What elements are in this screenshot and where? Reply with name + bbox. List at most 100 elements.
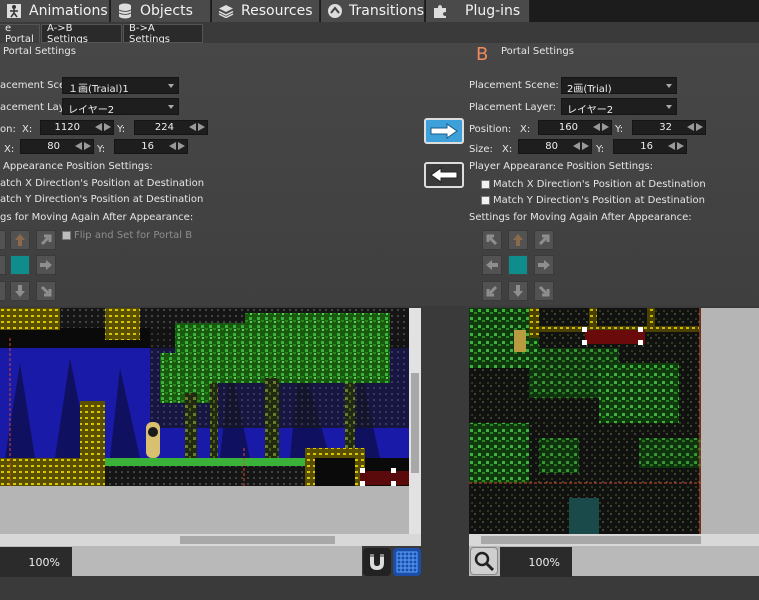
arrow-down-right-icon — [40, 285, 52, 297]
right-header: Portal Settings — [501, 46, 574, 57]
arrow-right-icon — [40, 260, 52, 270]
stepper-icon[interactable] — [687, 123, 703, 131]
right-layer-select[interactable]: レイヤー2 — [561, 98, 677, 116]
right-dir-down[interactable] — [508, 281, 528, 301]
magnet-icon — [370, 554, 384, 570]
menu-tab-transitions[interactable]: Transitions — [321, 0, 425, 22]
copy-to-left-button[interactable] — [424, 162, 464, 188]
right-appearance-label: Player Appearance Position Settings: — [469, 161, 654, 172]
checkbox-box — [62, 231, 71, 240]
left-position-y-input[interactable]: 224 — [134, 120, 208, 135]
right-layer-label: Placement Layer: — [469, 102, 556, 113]
left-scene-preview — [0, 308, 421, 534]
left-dir-up[interactable] — [10, 230, 30, 250]
left-dir-up-left[interactable] — [0, 230, 6, 250]
right-match-x-label: Match X Direction's Position at Destinat… — [493, 179, 706, 190]
right-size-y-input[interactable]: 16 — [613, 139, 687, 154]
right-dir-down-right[interactable] — [534, 281, 554, 301]
menu-tab-objects[interactable]: Objects — [111, 0, 211, 22]
left-match-y-checkbox[interactable]: atch Y Direction's Position at Destinati… — [0, 194, 203, 205]
tab-label: B->A Settings — [129, 22, 171, 45]
tab-portal[interactable]: e Portal — [0, 23, 40, 45]
right-size-x-input[interactable]: 80 — [518, 139, 592, 154]
menu-tab-label: Transitions — [349, 3, 424, 19]
arrow-up-icon — [513, 234, 523, 246]
right-match-y-checkbox[interactable]: Match Y Direction's Position at Destinat… — [481, 195, 705, 206]
right-dir-up[interactable] — [508, 230, 528, 250]
database-icon — [116, 2, 134, 20]
tab-b-to-a-settings[interactable]: B->A Settings — [123, 22, 203, 45]
stepper-icon[interactable] — [95, 123, 111, 131]
right-layer-value: レイヤー2 — [567, 105, 614, 116]
tab-label: A->B Settings — [47, 22, 89, 45]
chevron-down-icon — [168, 84, 174, 88]
checkbox-box — [481, 180, 490, 189]
left-dir-right[interactable] — [36, 255, 56, 275]
grid-button[interactable] — [393, 548, 421, 576]
arrow-up-right-icon — [538, 234, 550, 246]
left-dir-left[interactable] — [0, 255, 6, 275]
copy-to-right-button[interactable] — [424, 118, 464, 144]
right-zoom-input[interactable]: 100% — [500, 547, 572, 577]
right-scene-value: 2画(Trial) — [567, 84, 612, 95]
footer-bar — [0, 578, 759, 600]
arrow-up-icon — [15, 234, 25, 246]
chevron-down-icon — [666, 105, 672, 109]
zoom-button[interactable] — [470, 547, 498, 575]
menu-tab-animations[interactable]: Animations — [0, 0, 110, 22]
right-dir-up-right[interactable] — [534, 230, 554, 250]
stepper-icon[interactable] — [573, 142, 589, 150]
left-scene-canvas[interactable] — [0, 308, 421, 534]
right-dir-up-left[interactable] — [482, 230, 502, 250]
stepper-icon[interactable] — [189, 123, 205, 131]
right-scrollbar-horizontal[interactable] — [469, 534, 759, 546]
left-dir-down[interactable] — [10, 281, 30, 301]
right-dir-right[interactable] — [534, 255, 554, 275]
left-appearance-label: Appearance Position Settings: — [3, 161, 153, 172]
left-layer-select[interactable]: レイヤー2 — [62, 98, 179, 116]
right-scene-canvas[interactable] — [469, 308, 759, 534]
right-x-label: X: — [520, 124, 531, 135]
right-position-y-input[interactable]: 32 — [632, 120, 706, 135]
left-dir-down-right[interactable] — [36, 281, 56, 301]
left-x-label: X: — [22, 124, 33, 135]
menu-tab-label: Animations — [29, 3, 108, 19]
right-dir-down-left[interactable] — [482, 281, 502, 301]
left-size-x-input[interactable]: 80 — [20, 139, 94, 154]
left-dir-center[interactable] — [10, 255, 30, 275]
puzzle-icon — [431, 2, 449, 20]
left-zoom-input[interactable]: 100% — [0, 547, 72, 577]
left-position-x-input[interactable]: 1120 — [40, 120, 114, 135]
right-position-x-value: 160 — [558, 122, 578, 133]
left-size-y-input[interactable]: 16 — [114, 139, 188, 154]
left-size-y-value: 16 — [141, 141, 154, 152]
right-scene-select[interactable]: 2画(Trial) — [561, 77, 677, 95]
left-match-x-checkbox[interactable]: atch X Direction's Position at Destinati… — [0, 178, 204, 189]
portal-b-letter: B — [476, 44, 489, 65]
stepper-icon[interactable] — [593, 123, 609, 131]
right-size-y-value: 16 — [640, 141, 653, 152]
left-scrollbar-horizontal[interactable] — [0, 534, 421, 546]
stepper-icon[interactable] — [169, 142, 185, 150]
left-size-x-value: 80 — [47, 141, 60, 152]
menu-tab-resources[interactable]: Resources — [212, 0, 320, 22]
left-position-x-value: 1120 — [54, 122, 80, 133]
right-position-x-input[interactable]: 160 — [538, 120, 612, 135]
left-flip-checkbox[interactable]: Flip and Set for Portal B — [62, 230, 192, 241]
right-dir-left[interactable] — [482, 255, 502, 275]
right-dir-center[interactable] — [508, 255, 528, 275]
magnet-button[interactable] — [363, 548, 391, 576]
menu-tab-plugins[interactable]: Plug-ins — [426, 0, 530, 22]
left-scene-select[interactable]: １画(Traial)1 — [62, 77, 179, 95]
stepper-icon[interactable] — [668, 142, 684, 150]
stepper-icon[interactable] — [75, 142, 91, 150]
left-dir-up-right[interactable] — [36, 230, 56, 250]
left-y-label: Y: — [117, 124, 126, 135]
left-position-y-value: 224 — [154, 122, 174, 133]
arrow-down-icon — [15, 285, 25, 297]
left-dir-down-left[interactable] — [0, 281, 6, 301]
arrow-right-icon — [538, 260, 550, 270]
tab-a-to-b-settings[interactable]: A->B Settings — [41, 22, 122, 45]
right-match-x-checkbox[interactable]: Match X Direction's Position at Destinat… — [481, 179, 706, 190]
right-moving-label: Settings for Moving Again After Appearan… — [469, 212, 692, 223]
